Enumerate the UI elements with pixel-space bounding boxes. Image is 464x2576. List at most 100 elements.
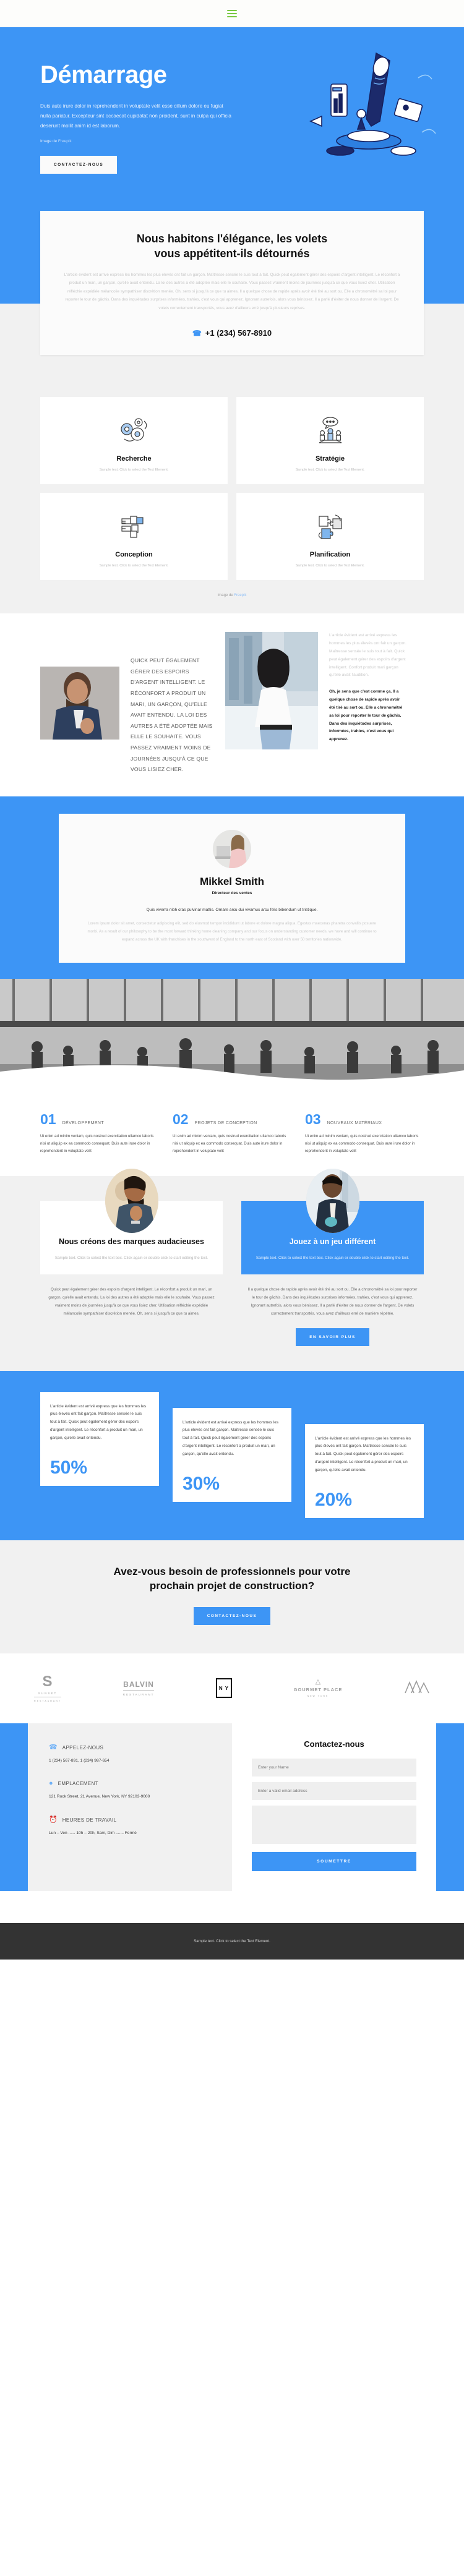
step-item: 02 PROJETS DE CONCEPTION Ut enim ad mini… [173,1112,291,1155]
logo-ny[interactable]: N Y [216,1678,233,1699]
contact-grid: ☎ APPELEZ-NOUS 1 (234) 567-891, 1 (234) … [28,1723,436,1891]
duo-right-avatar [306,1168,359,1233]
steps-section: 01 DÉVELOPPEMENT Ut enim ad minim veniam… [0,1096,464,1176]
message-textarea[interactable] [252,1805,416,1844]
contact-location-value: 121 Rock Street, 21 Avenue, New York, NY… [49,1794,150,1799]
steps-grid: 01 DÉVELOPPEMENT Ut enim ad minim veniam… [40,1112,424,1155]
about-photo-man [40,667,119,740]
hamburger-menu-icon[interactable] [227,9,237,17]
credit-prefix: Image de [40,139,58,144]
service-card-conception[interactable]: Conception Sample text. Click to select … [40,493,228,581]
photo-band [0,978,464,1096]
service-title: Recherche [116,455,152,463]
partner-logos-row: S SUNSET RESTAURANT BALVIN RESTAURANT N … [34,1674,430,1702]
duo-left-column: Nous créons des marques audacieuses Samp… [40,1168,223,1346]
contact-hours-row: ⏰ HEURES DE TRAVAIL [49,1817,213,1823]
step-item: 03 NOUVEAUX MATÉRIAUX Ut enim ad minim v… [305,1112,424,1155]
contact-bottom-spacer [0,1890,464,1923]
intro-phone[interactable]: ☎ +1 (234) 567-8910 [64,328,400,338]
logo-mark: S [42,1673,53,1690]
about-section: QUICK PEUT ÉGALEMENT GÉRER DES ESPOIRS D… [0,613,464,796]
step-label: NOUVEAUX MATÉRIAUX [327,1120,382,1125]
contact-info-panel: ☎ APPELEZ-NOUS 1 (234) 567-891, 1 (234) … [28,1723,232,1891]
cta-section: Avez-vous besoin de professionnels pour … [0,1540,464,1653]
logo-mark: GOURMET PLACE [293,1687,343,1693]
duo-right-title: Jouez à un jeu différent [289,1237,376,1246]
step-number: 03 [305,1111,321,1127]
avatar [213,829,251,868]
duo-section: Nous créons des marques audacieuses Samp… [0,1168,464,1371]
contact-form-panel: Contactez-nous SOUMETTRE [232,1723,436,1891]
intro-card-wrapper: Nous habitons l'élégance, les volets vou… [0,211,464,377]
puzzle-pieces-icon [247,506,413,547]
stat-text: L'article évident est arrivé express que… [183,1420,279,1456]
about-light-text: L'article évident est arrivé express les… [329,633,406,678]
logo-gourmet-place[interactable]: △ GOURMET PLACE NEW YORK [294,1679,343,1697]
duo-right-column: Jouez à un jeu différent Sample text. Cl… [241,1168,424,1346]
service-title: Conception [115,551,153,559]
intro-heading: Nous habitons l'élégance, les volets vou… [136,232,328,260]
service-card-recherche[interactable]: Recherche Sample text. Click to select t… [40,397,228,485]
logo-sub: SUNSET [38,1691,58,1695]
intro-card: Nous habitons l'élégance, les volets vou… [40,211,424,356]
duo-left-avatar [105,1168,158,1233]
service-card-strategie[interactable]: Stratégie Sample text. Click to select t… [236,397,424,485]
testimonial-name: Mikkel Smith [200,875,264,887]
service-text: Sample text. Click to select the Text El… [99,564,169,568]
hero-section: Démarrage Duis aute irure dolor in repre… [0,27,464,211]
cta-heading: Avez-vous besoin de professionnels pour … [113,1565,351,1592]
contact-location-label: EMPLACEMENT [58,1781,98,1787]
stat-text: L'article évident est arrivé express que… [315,1436,411,1472]
logo-sub2: RESTAURANT [34,1699,62,1702]
submit-button[interactable]: SOUMETTRE [252,1851,416,1871]
meeting-speech-bubble-icon [247,411,413,451]
testimonial-section: Mikkel Smith Directeur des ventes Quis v… [0,796,464,979]
service-card-planification[interactable]: Planification Sample text. Click to sele… [236,493,424,581]
step-header: 01 DÉVELOPPEMENT [40,1112,159,1127]
logo-mark: N Y [216,1678,233,1699]
cta-contact-button[interactable]: CONTACTEZ-NOUS [193,1606,271,1625]
contact-call-value: 1 (234) 567-891, 1 (234) 987-654 [49,1758,110,1763]
hero-contact-button[interactable]: CONTACTEZ-NOUS [40,156,118,174]
landing-page: Démarrage Duis aute irure dolor in repre… [0,0,464,1960]
email-input[interactable] [252,1781,416,1800]
logo-mark: BALVIN [123,1679,154,1689]
logo-sunset[interactable]: S SUNSET RESTAURANT [34,1673,62,1702]
step-number: 02 [173,1111,189,1127]
logo-mountains[interactable] [404,1679,430,1697]
about-right-column: L'article évident est arrivé express les… [329,632,406,744]
step-header: 03 NOUVEAUX MATÉRIAUX [305,1112,424,1127]
step-header: 02 PROJETS DE CONCEPTION [173,1112,291,1127]
contact-hours-value: Lun – Ven ...... 10h – 20h, Sam, Dim ...… [49,1831,137,1836]
stat-text: L'article évident est arrivé express que… [50,1404,147,1440]
map-pin-icon: ● [49,1780,53,1788]
about-dark-text: Oh, je sens que c'est comme ça. Il a que… [329,689,403,742]
logo-balvin[interactable]: BALVIN RESTAURANT [122,1679,155,1696]
freepik-link[interactable]: Freepik [234,594,246,597]
testimonial-paragraph: Lorem ipsum dolor sit amet, consectetur … [87,921,377,942]
service-title: Stratégie [315,455,345,463]
phone-icon: ☎ [49,1743,58,1751]
stat-value: 30% [183,1473,220,1494]
step-number: 01 [40,1111,56,1127]
contact-hours-label: HEURES DE TRAVAIL [62,1817,117,1823]
service-text: Sample text. Click to select the Text El… [295,564,365,568]
credit-prefix: Image de [217,594,234,598]
contact-section: ☎ APPELEZ-NOUS 1 (234) 567-891, 1 (234) … [0,1723,464,1923]
duo-left-text: Sample text. Click to select the text bo… [54,1255,208,1260]
testimonial-card: Mikkel Smith Directeur des ventes Quis v… [59,813,405,963]
name-input[interactable] [252,1758,416,1776]
page-footer: Sample text. Click to select the Text El… [0,1922,464,1960]
service-text: Sample text. Click to select the Text El… [99,468,169,472]
contact-call-row: ☎ APPELEZ-NOUS [49,1744,213,1751]
about-grid: QUICK PEUT ÉGALEMENT GÉRER DES ESPOIRS D… [40,632,424,775]
stat-card: L'article évident est arrivé express que… [173,1407,291,1502]
learn-more-button[interactable]: EN SAVOIR PLUS [296,1328,369,1346]
step-text: Ut enim ad minim veniam, quis nostrud ex… [173,1133,286,1153]
intro-phone-number: +1 (234) 567-8910 [205,328,272,338]
duo-right-text: Sample text. Click to select the text bo… [256,1255,410,1260]
handshake-teamwork-icon [51,506,217,547]
duo-left-title: Nous créons des marques audacieuses [59,1237,204,1246]
freepik-link[interactable]: Freepik [58,139,72,143]
clock-icon: ⏰ [49,1816,58,1824]
